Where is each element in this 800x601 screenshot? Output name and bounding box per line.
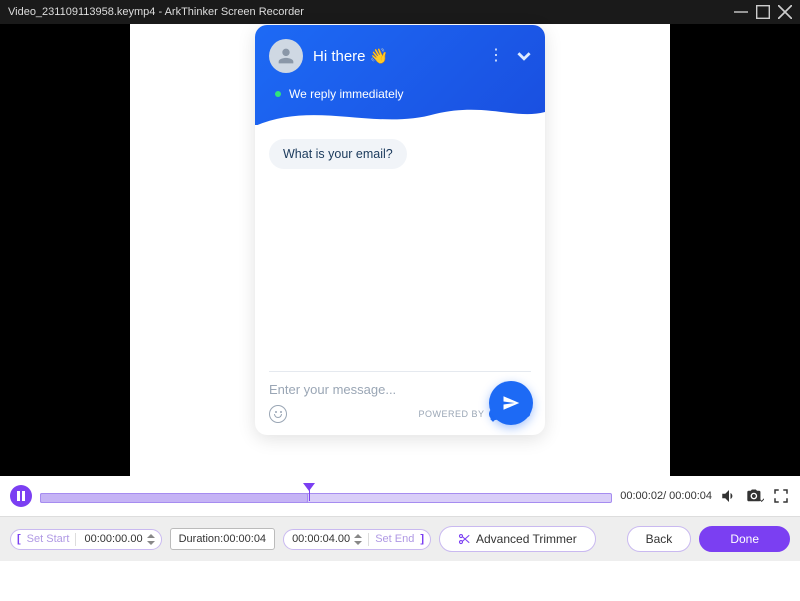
- start-time-value: 00:00:00.00: [82, 533, 144, 545]
- start-time-input[interactable]: 00:00:00.00: [75, 533, 154, 546]
- track-fill: [40, 493, 308, 503]
- video-preview-content: Hi there 👋 ⋮ We reply immediately: [130, 24, 670, 476]
- playhead-line: [309, 489, 310, 501]
- end-time-value: 00:00:04.00: [290, 533, 352, 545]
- advanced-trimmer-button[interactable]: Advanced Trimmer: [439, 526, 596, 552]
- chat-header-row: Hi there 👋 ⋮: [269, 39, 531, 73]
- set-start-box: [ Set Start 00:00:00.00: [10, 529, 162, 550]
- chat-message-bubble: What is your email?: [269, 139, 407, 169]
- done-button[interactable]: Done: [699, 526, 790, 552]
- greeting-text: Hi there: [313, 48, 366, 65]
- back-button[interactable]: Back: [627, 526, 692, 552]
- online-dot-icon: [275, 91, 281, 97]
- window-titlebar: Video_231109113958.keymp4 - ArkThinker S…: [0, 0, 800, 24]
- chat-footer: Enter your message... POWERED BY TIDIO: [255, 361, 545, 435]
- timeline-track[interactable]: [40, 487, 612, 505]
- start-time-down[interactable]: [147, 540, 155, 546]
- fullscreen-icon[interactable]: [772, 487, 790, 505]
- end-time-up[interactable]: [354, 533, 362, 539]
- scissors-icon: [458, 533, 470, 545]
- controls-row: [ Set Start 00:00:00.00 Duration:00:00:0…: [0, 516, 800, 561]
- chat-widget: Hi there 👋 ⋮ We reply immediately: [255, 25, 545, 435]
- start-time-up[interactable]: [147, 533, 155, 539]
- maximize-button[interactable]: [756, 5, 770, 19]
- chat-header: Hi there 👋 ⋮ We reply immediately: [255, 25, 545, 125]
- video-preview-area: Hi there 👋 ⋮ We reply immediately: [0, 24, 800, 476]
- end-time-down[interactable]: [354, 540, 362, 546]
- pause-button[interactable]: [10, 485, 32, 507]
- timeline-row: 00:00:02/ 00:00:04: [0, 476, 800, 516]
- close-button[interactable]: [778, 5, 792, 19]
- end-time-spinner: [354, 533, 362, 546]
- duration-display: Duration:00:00:04: [170, 528, 275, 550]
- start-time-spinner: [147, 533, 155, 546]
- duration-value: 00:00:04: [223, 533, 266, 545]
- bracket-close-icon: ]: [420, 533, 424, 545]
- time-display: 00:00:02/ 00:00:04: [620, 490, 712, 502]
- set-end-box: 00:00:04.00 Set End ]: [283, 529, 431, 550]
- wave-icon: 👋: [370, 47, 389, 65]
- chat-header-actions: ⋮: [488, 48, 531, 64]
- set-end-button[interactable]: Set End: [375, 533, 414, 545]
- snapshot-icon[interactable]: [746, 487, 764, 505]
- minimize-button[interactable]: [734, 5, 748, 19]
- reply-status-text: We reply immediately: [289, 87, 403, 101]
- track-bg: [40, 493, 612, 503]
- emoji-icon[interactable]: [269, 405, 287, 423]
- bracket-open-icon: [: [17, 533, 21, 545]
- reply-status: We reply immediately: [269, 87, 531, 101]
- chevron-down-icon[interactable]: [517, 49, 531, 63]
- powered-prefix: POWERED BY: [418, 409, 484, 419]
- window-title: Video_231109113958.keymp4 - ArkThinker S…: [8, 6, 726, 18]
- duration-label: Duration:: [179, 533, 224, 545]
- send-button[interactable]: [489, 381, 533, 425]
- wave-divider: [255, 106, 545, 126]
- avatar: [269, 39, 303, 73]
- advanced-trimmer-label: Advanced Trimmer: [476, 532, 577, 546]
- title-app: ArkThinker Screen Recorder: [165, 6, 304, 18]
- menu-dots-icon[interactable]: ⋮: [488, 48, 505, 64]
- chat-greeting: Hi there 👋: [313, 47, 388, 65]
- set-start-button[interactable]: Set Start: [27, 533, 70, 545]
- chat-body: What is your email?: [255, 125, 545, 361]
- volume-icon[interactable]: [720, 487, 738, 505]
- title-filename: Video_231109113958.keymp4: [8, 6, 155, 18]
- end-time-input[interactable]: 00:00:04.00: [290, 533, 369, 546]
- title-sep: -: [155, 6, 164, 18]
